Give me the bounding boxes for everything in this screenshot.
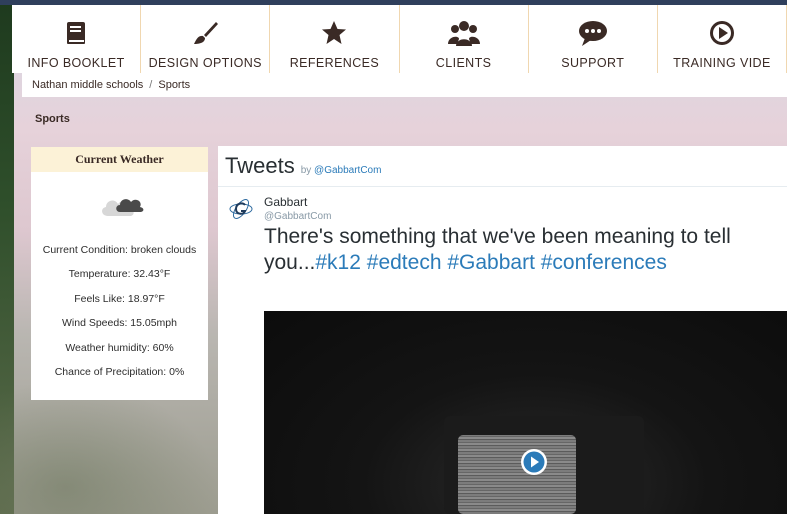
nav-support[interactable]: SUPPORT <box>528 5 658 73</box>
play-circle-icon <box>709 19 735 47</box>
weather-condition: Current Condition: broken clouds <box>42 244 197 256</box>
timeline-header: Tweets by @GabbartCom <box>218 146 787 187</box>
chat-bubble-icon <box>578 19 608 47</box>
breadcrumb-link-school[interactable]: Nathan middle schools <box>32 79 143 91</box>
breadcrumb-current: Sports <box>158 79 191 91</box>
play-button-icon[interactable] <box>520 448 548 476</box>
tweet-author-handle[interactable]: @GabbartCom <box>264 211 331 222</box>
nav-info-booklet[interactable]: INFO BOOKLET <box>12 5 142 73</box>
tweet-text: There's something that we've been meanin… <box>264 224 774 276</box>
main-nav: INFO BOOKLET DESIGN OPTIONS REFERENCES C… <box>12 5 787 73</box>
nav-references[interactable]: REFERENCES <box>270 5 400 73</box>
tweet-author-name[interactable]: Gabbart <box>264 195 307 209</box>
breadcrumb-separator: / <box>149 79 153 91</box>
cloud-icon <box>31 172 208 238</box>
by-prefix: by <box>300 165 312 176</box>
star-icon <box>320 19 348 47</box>
background-foliage <box>0 380 218 514</box>
timeline-by: by @GabbartCom <box>301 165 382 176</box>
weather-widget: Current Weather Current Condition: broke… <box>31 147 208 400</box>
nav-label: TRAINING VIDE <box>673 56 771 70</box>
breadcrumb: Nathan middle schools / Sports <box>22 73 787 97</box>
weather-feels-like: Feels Like: 18.97°F <box>74 292 165 305</box>
hashtag-link[interactable]: #conferences <box>541 251 667 274</box>
weather-humidity: Weather humidity: 60% <box>65 341 174 354</box>
nav-label: INFO BOOKLET <box>27 56 125 70</box>
nav-label: CLIENTS <box>435 56 492 70</box>
nav-label: DESIGN OPTIONS <box>148 56 262 70</box>
book-icon <box>63 19 89 47</box>
tv-screen <box>458 435 576 514</box>
page-title: Sports <box>35 113 70 125</box>
timeline-title: Tweets <box>225 153 295 178</box>
twitter-timeline: Tweets by @GabbartCom Gabbart @GabbartCom… <box>218 146 787 514</box>
hashtag-link[interactable]: #edtech <box>367 251 442 274</box>
avatar[interactable] <box>228 196 254 222</box>
weather-precipitation: Chance of Precipitation: 0% <box>54 365 185 378</box>
nav-training-videos[interactable]: TRAINING VIDE <box>657 5 787 73</box>
nav-design-options[interactable]: DESIGN OPTIONS <box>141 5 271 73</box>
tweet-video[interactable] <box>264 311 787 514</box>
nav-label: REFERENCES <box>289 56 380 70</box>
hashtag-link[interactable]: #Gabbart <box>447 251 535 274</box>
users-icon <box>447 19 480 47</box>
hashtag-link[interactable]: #k12 <box>315 251 361 274</box>
paintbrush-icon <box>191 19 219 47</box>
weather-wind: Wind Speeds: 15.05mph <box>62 317 177 330</box>
timeline-author-link[interactable]: @GabbartCom <box>314 165 381 176</box>
nav-clients[interactable]: CLIENTS <box>399 5 529 73</box>
weather-title: Current Weather <box>31 147 208 172</box>
nav-label: SUPPORT <box>561 56 625 70</box>
weather-temperature: Temperature: 32.43°F <box>68 268 171 281</box>
